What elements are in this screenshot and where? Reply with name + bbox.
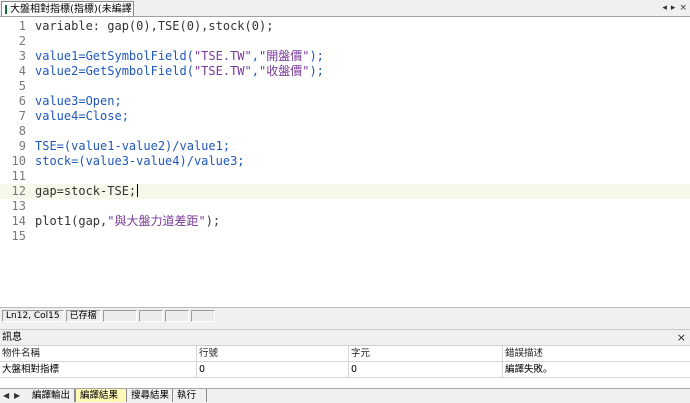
code-line[interactable] bbox=[35, 34, 690, 49]
line-number: 8 bbox=[18, 124, 26, 138]
code-token: ); bbox=[205, 214, 221, 228]
code-token: "收盤價" bbox=[258, 64, 310, 78]
code-line[interactable]: variable: gap(0),TSE(0),stock(0); bbox=[35, 19, 690, 34]
code-line[interactable] bbox=[35, 199, 690, 214]
line-number: 2 bbox=[18, 34, 26, 48]
code-line[interactable]: TSE=(value1-value2)/value1; bbox=[35, 139, 690, 154]
cell-error-description: 編譯失敗。 bbox=[502, 362, 690, 377]
tab-execute[interactable]: 執行 bbox=[173, 389, 207, 402]
column-header-error-description[interactable]: 錯誤描述 bbox=[502, 346, 690, 361]
line-number: 7 bbox=[18, 109, 26, 123]
line-number: 4 bbox=[18, 64, 26, 78]
line-number: 13 bbox=[11, 199, 26, 213]
code-token: plot1(gap, bbox=[35, 214, 108, 228]
message-table: 物件名稱 行號 字元 錯誤描述 大盤相對指標 0 0 編譯失敗。 bbox=[0, 346, 690, 378]
document-tab-title: 大盤相對指標(指標)(未編譯) bbox=[10, 3, 134, 15]
code-token: ); bbox=[309, 49, 324, 63]
code-token: value2=GetSymbolField( bbox=[35, 64, 194, 78]
message-table-header: 物件名稱 行號 字元 錯誤描述 bbox=[0, 346, 690, 362]
code-line[interactable]: stock=(value3-value4)/value3; bbox=[35, 154, 690, 169]
document-tab[interactable]: 大盤相對指標(指標)(未編譯) × bbox=[1, 1, 134, 16]
status-cell-empty bbox=[164, 309, 189, 322]
code-area[interactable]: variable: gap(0),TSE(0),stock(0); value1=… bbox=[35, 17, 690, 307]
line-number: 6 bbox=[18, 94, 26, 108]
line-number: 9 bbox=[18, 139, 26, 153]
code-token: value1=GetSymbolField( bbox=[35, 49, 194, 63]
cell-char: 0 bbox=[348, 362, 502, 377]
editor-status-bar: Ln12, Col15 已存檔 bbox=[0, 307, 690, 323]
code-token: TSE=(value1-value2)/value1; bbox=[35, 139, 231, 153]
close-icon[interactable]: × bbox=[677, 331, 686, 344]
line-number: 14 bbox=[11, 214, 26, 228]
code-line[interactable]: plot1(gap,"與大盤力道差距"); bbox=[35, 214, 690, 229]
column-header-object-name[interactable]: 物件名稱 bbox=[0, 346, 196, 361]
scroll-right-icon[interactable]: ▸ bbox=[671, 1, 676, 15]
save-state: 已存檔 bbox=[65, 309, 101, 322]
code-line[interactable] bbox=[35, 124, 690, 139]
tab-compile-output[interactable]: 編譯輸出 bbox=[28, 389, 75, 402]
text-caret bbox=[137, 184, 139, 197]
line-number: 11 bbox=[11, 169, 26, 183]
close-window-icon[interactable]: × bbox=[679, 1, 687, 15]
code-line[interactable] bbox=[35, 229, 690, 244]
status-cell-empty bbox=[190, 309, 215, 322]
column-header-line[interactable]: 行號 bbox=[196, 346, 348, 361]
line-number: 15 bbox=[11, 229, 26, 243]
status-cell-empty bbox=[102, 309, 137, 322]
table-row[interactable]: 大盤相對指標 0 0 編譯失敗。 bbox=[0, 362, 690, 378]
code-line[interactable]: value4=Close; bbox=[35, 109, 690, 124]
code-token: gap=stock-TSE; bbox=[35, 184, 137, 198]
code-token: variable: gap(0),TSE(0),stock(0); bbox=[35, 19, 274, 33]
line-number: 10 bbox=[11, 154, 26, 168]
code-token: value4=Close; bbox=[35, 109, 129, 123]
tab-prev-icon[interactable]: ◀ bbox=[3, 390, 9, 402]
line-number: 5 bbox=[18, 79, 26, 93]
tab-scroll-controls: ◂ ▸ × bbox=[662, 1, 687, 15]
output-tab-bar: ◀ ▶ 編譯輸出 編譯結果 搜尋結果 執行 bbox=[0, 388, 690, 403]
code-token: "TSE.TW" bbox=[193, 64, 252, 78]
code-line[interactable]: value1=GetSymbolField("TSE.TW","開盤價"); bbox=[35, 49, 690, 64]
code-token: stock=(value3-value4)/value3; bbox=[35, 154, 245, 168]
line-number: 3 bbox=[18, 49, 26, 63]
tab-next-icon[interactable]: ▶ bbox=[14, 390, 20, 402]
cell-line: 0 bbox=[196, 362, 348, 377]
code-token: value3=Open; bbox=[35, 94, 122, 108]
message-panel-header: 訊息 × bbox=[0, 330, 690, 346]
scroll-left-icon[interactable]: ◂ bbox=[662, 1, 667, 15]
code-line[interactable] bbox=[35, 79, 690, 94]
code-token: ); bbox=[309, 64, 324, 78]
status-cell-empty bbox=[138, 309, 163, 322]
code-token: , bbox=[251, 64, 259, 78]
code-token: , bbox=[251, 49, 259, 63]
tab-compile-result[interactable]: 編譯結果 bbox=[75, 389, 127, 402]
code-editor[interactable]: 123456789101112131415 variable: gap(0),T… bbox=[0, 17, 690, 307]
message-panel: 訊息 × 物件名稱 行號 字元 錯誤描述 大盤相對指標 0 0 編譯失敗。 bbox=[0, 329, 690, 388]
cell-object-name: 大盤相對指標 bbox=[2, 364, 60, 375]
code-token: "TSE.TW" bbox=[193, 49, 252, 63]
code-line[interactable]: value3=Open; bbox=[35, 94, 690, 109]
line-number-gutter: 123456789101112131415 bbox=[0, 17, 35, 307]
code-token: "與大盤力道差距" bbox=[107, 214, 206, 228]
cursor-position: Ln12, Col15 bbox=[2, 309, 64, 322]
code-line[interactable] bbox=[35, 169, 690, 184]
document-tab-strip: 大盤相對指標(指標)(未編譯) × ◂ ▸ × bbox=[0, 0, 690, 17]
line-number: 1 bbox=[18, 19, 26, 33]
tab-search-result[interactable]: 搜尋結果 bbox=[127, 389, 173, 402]
message-panel-title: 訊息 bbox=[2, 332, 22, 343]
code-line[interactable]: value2=GetSymbolField("TSE.TW","收盤價"); bbox=[35, 64, 690, 79]
code-line[interactable]: gap=stock-TSE; bbox=[35, 184, 690, 199]
column-header-char[interactable]: 字元 bbox=[348, 346, 502, 361]
indicator-script-icon bbox=[5, 4, 13, 14]
code-token: "開盤價" bbox=[258, 49, 310, 63]
